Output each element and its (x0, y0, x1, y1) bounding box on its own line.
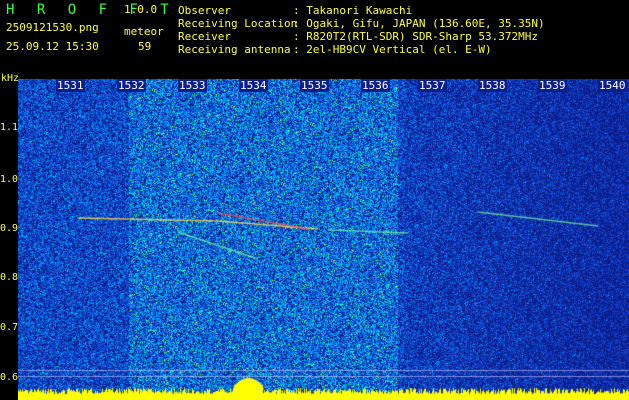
file-name: 2509121530.png (6, 21, 99, 34)
info-row-location: Receiving Location: Ogaki, Gifu, JAPAN (… (178, 17, 545, 30)
info-row-observer: Observer: Takanori Kawachi (178, 4, 413, 17)
info-row-receiver: Receiver: R820T2(RTL-SDR) SDR-Sharp 53.3… (178, 30, 539, 43)
event-label: meteor (124, 25, 164, 38)
event-count: 59 (138, 40, 152, 53)
x-tick-label: 1539 (538, 79, 567, 92)
date-time: 25.09.12 15:30 (6, 40, 99, 53)
y-tick-label: 0.9 (0, 223, 19, 234)
x-tick-label: 1532 (117, 79, 146, 92)
x-tick-label: 1540 (598, 79, 627, 92)
y-tick-label: 0.6 (0, 372, 19, 383)
x-tick-label: 1535 (300, 79, 329, 92)
y-tick-label: 1.0 (0, 174, 19, 185)
x-tick-label: 1538 (478, 79, 507, 92)
x-tick-label: 1531 (56, 79, 85, 92)
info-row-antenna: Receiving antenna: 2el-HB9CV Vertical (e… (178, 43, 492, 56)
station-info: Observer: Takanori Kawachi Receiving Loc… (178, 4, 545, 56)
x-tick-label: 1536 (361, 79, 390, 92)
x-tick-label: 1534 (239, 79, 268, 92)
x-tick-label: 1533 (178, 79, 207, 92)
spectrogram-canvas (18, 79, 629, 400)
y-tick-label: 0.7 (0, 322, 19, 333)
y-axis-unit: kHz (1, 73, 20, 84)
y-tick-label: 1.1 (0, 122, 19, 133)
app-version: 1.0.0 (124, 3, 158, 16)
y-tick-label: 0.8 (0, 272, 19, 283)
header-panel: H R O F F T 1.0.0 2509121530.png meteor … (0, 0, 629, 84)
x-tick-label: 1537 (418, 79, 447, 92)
